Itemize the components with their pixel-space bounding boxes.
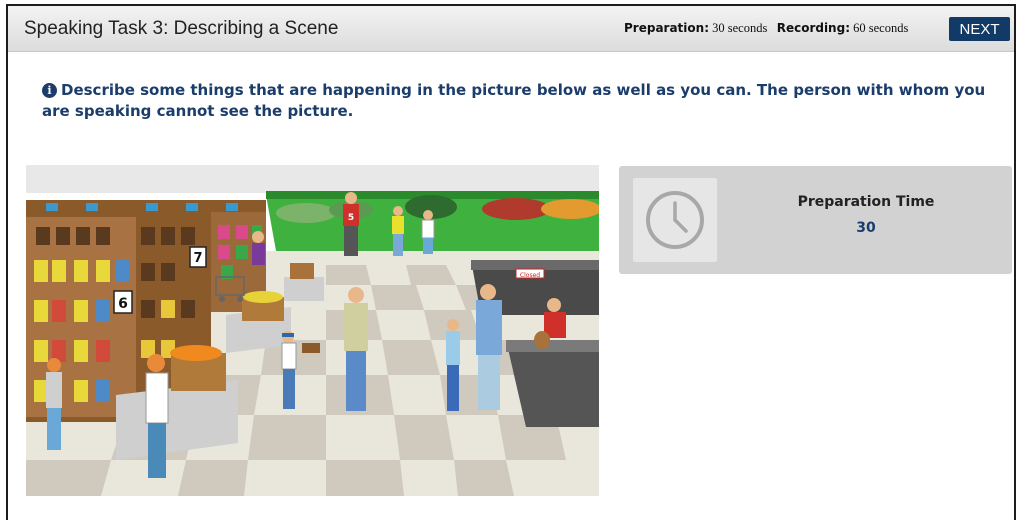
preparation-panel: Preparation Time 30 — [619, 166, 1012, 274]
supermarket-illustration: 6 7 Closed 5 — [26, 165, 599, 496]
preparation-label: Preparation: — [624, 21, 709, 35]
recording-label: Recording: — [776, 21, 850, 35]
task-header: Speaking Task 3: Describing a Scene Prep… — [8, 6, 1014, 52]
aisle-number-6: 6 — [118, 296, 128, 312]
jersey-number: 5 — [348, 213, 354, 223]
recording-value: 60 seconds — [853, 21, 909, 35]
info-icon: i — [42, 83, 57, 98]
preparation-time-value: 30 — [856, 220, 876, 236]
clock-icon — [646, 191, 704, 249]
preparation-value: 30 seconds — [712, 21, 768, 35]
closed-sign: Closed — [520, 272, 540, 279]
aisle-number-7: 7 — [193, 251, 202, 266]
task-title: Speaking Task 3: Describing a Scene — [24, 18, 339, 39]
preparation-time-label: Preparation Time — [797, 194, 935, 210]
timing-info: Preparation: 30 seconds Recording: 60 se… — [624, 21, 908, 36]
instruction: i Describe some things that are happening… — [42, 80, 1002, 122]
next-button[interactable]: NEXT — [949, 17, 1010, 41]
clock-icon-box — [633, 178, 717, 262]
scene-picture: 6 7 Closed 5 — [26, 165, 599, 496]
task-window: Speaking Task 3: Describing a Scene Prep… — [6, 4, 1016, 520]
instruction-text: Describe some things that are happening … — [42, 81, 986, 120]
